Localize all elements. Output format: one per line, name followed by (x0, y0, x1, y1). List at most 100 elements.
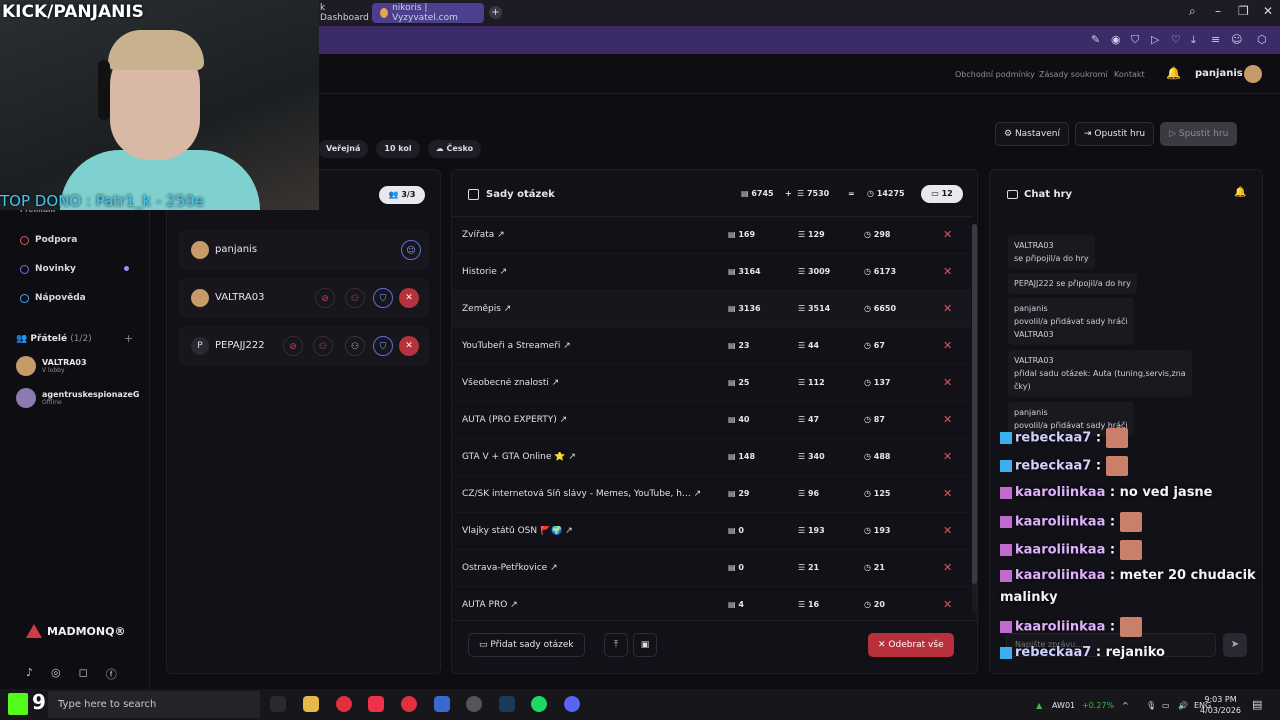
send-button[interactable]: ➤ (1223, 633, 1247, 657)
file-explorer-icon[interactable] (303, 696, 319, 712)
kick-player-button[interactable]: ✕ (399, 288, 419, 308)
volume-icon[interactable]: 🔊 (1178, 701, 1188, 710)
network-icon[interactable]: ▭ (1162, 701, 1170, 710)
restore-icon[interactable]: ❐ (1238, 4, 1249, 18)
microphone-icon[interactable]: 🎙 (1146, 701, 1156, 710)
camera-icon[interactable]: ◉ (1111, 33, 1121, 46)
bell-icon[interactable]: 🔔 (1234, 187, 1246, 198)
remove-all-button[interactable]: ✕ Odebrat vše (868, 633, 954, 657)
questions-count: ▤ 0 (728, 526, 744, 535)
remove-set-button[interactable]: ✕ (943, 302, 952, 315)
download-icon[interactable]: ⤓ (1191, 33, 1196, 47)
friend-item[interactable]: VALTRA03 V lobby (16, 356, 87, 376)
emote-icon (1105, 456, 1128, 476)
sponsor-logo[interactable]: MADMONQ® (26, 624, 125, 638)
friend-item[interactable]: agentruskespionazeG Offline (16, 388, 139, 408)
set-name-link[interactable]: AUTA PRO ↗ (462, 600, 518, 610)
nav-contact-link[interactable]: Kontakt (1114, 70, 1145, 79)
nav-terms-link[interactable]: Obchodní podmínky (955, 70, 1035, 79)
heart-icon[interactable]: ♡ (1171, 33, 1181, 46)
menu-icon[interactable]: ≡ (1211, 33, 1220, 46)
set-name-link[interactable]: Ostrava-Petřkovice ↗ (462, 563, 558, 573)
answers-count: ☰ 44 (798, 341, 820, 350)
obs-icon[interactable] (466, 696, 482, 712)
profile-icon[interactable]: ☺ (1231, 33, 1242, 46)
tiktok-app-icon[interactable] (368, 696, 384, 712)
set-name-link[interactable]: GTA V + GTA Online ⭐ ↗ (462, 452, 576, 462)
remove-set-button[interactable]: ✕ (943, 450, 952, 463)
set-name-link[interactable]: YouTubeři a Streameři ↗ (462, 341, 571, 351)
sidebar-item-news[interactable]: Novinky (20, 264, 129, 274)
minimize-icon[interactable]: – (1215, 4, 1221, 18)
remove-set-button[interactable]: ✕ (943, 228, 952, 241)
spotify-icon[interactable] (531, 696, 547, 712)
remove-set-button[interactable]: ✕ (943, 598, 952, 611)
chevron-up-icon[interactable]: ^ (1122, 701, 1129, 710)
taskbar-clock[interactable]: 9:03 PM 4/03/2026 (1200, 694, 1241, 716)
notification-icon[interactable]: ▤ (1252, 698, 1262, 711)
sidebar-item-support[interactable]: Podpora (20, 235, 77, 245)
chart-icon: ▲ (1036, 701, 1043, 710)
facebook-icon[interactable]: ⓕ (106, 666, 117, 682)
add-label: Přidat sady otázek (490, 640, 574, 650)
task-view-icon[interactable] (270, 696, 286, 712)
set-name-link[interactable]: Zvířata ↗ (462, 230, 505, 240)
leave-game-button[interactable]: ⇥ Opustit hru (1075, 122, 1155, 146)
search-icon[interactable]: ⌕ (1189, 4, 1196, 19)
set-name-link[interactable]: AUTA (PRO EXPERTY) ↗ (462, 415, 567, 425)
remove-permission-button[interactable]: ⚇ (313, 336, 333, 356)
remove-set-button[interactable]: ✕ (943, 487, 952, 500)
shield-icon[interactable]: ⛉ (1131, 33, 1139, 47)
mute-button[interactable]: ⊘ (315, 288, 335, 308)
remove-permission-button[interactable]: ⚇ (345, 288, 365, 308)
tab-vyzyvatel[interactable]: nikoris | Vyzyvatel.com (372, 3, 484, 23)
bell-icon[interactable]: 🔔 (1166, 66, 1181, 80)
edit-icon[interactable]: ✎ (1091, 33, 1100, 46)
add-permission-button[interactable]: ⚇ (345, 336, 365, 356)
settings-button[interactable]: ⚙ Nastavení (995, 122, 1069, 146)
close-icon[interactable]: ✕ (1263, 4, 1273, 18)
sidebar-item-help[interactable]: Nápověda (20, 293, 86, 303)
steam-icon[interactable] (499, 696, 515, 712)
remove-set-button[interactable]: ✕ (943, 524, 952, 537)
add-friend-icon[interactable]: + (124, 332, 133, 345)
remove-set-button[interactable]: ✕ (943, 561, 952, 574)
visibility-badge: Veřejná (318, 140, 369, 158)
upload-icon[interactable]: ⤒ (604, 633, 628, 657)
remove-set-button[interactable]: ✕ (943, 339, 952, 352)
scrollbar-thumb[interactable] (972, 224, 977, 584)
extensions-icon[interactable]: ⬡ (1257, 33, 1267, 46)
tab-dashboard[interactable]: k Dashboard (312, 3, 370, 23)
scrollbar[interactable] (972, 224, 977, 612)
answers-count: ☰ 129 (798, 230, 825, 239)
set-name-link[interactable]: CZ/SK internetová Síň slávy - Memes, You… (462, 489, 701, 499)
kick-player-button[interactable]: ✕ (399, 336, 419, 356)
start-game-button[interactable]: ▷ Spustit hru (1160, 122, 1238, 146)
avatar[interactable] (1244, 65, 1262, 83)
taskbar-search-input[interactable]: Type here to search (48, 691, 260, 718)
mute-button[interactable]: ⊘ (283, 336, 303, 356)
save-icon[interactable]: ▣ (633, 633, 657, 657)
opera-gx-icon[interactable] (336, 696, 352, 712)
app-icon[interactable] (434, 696, 450, 712)
nav-privacy-link[interactable]: Zásady soukromí (1039, 70, 1108, 79)
discord-app-icon[interactable] (564, 696, 580, 712)
set-name-link[interactable]: Zeměpis ↗ (462, 304, 511, 314)
set-name-link[interactable]: Vlajky států OSN 🚩🌍 ↗ (462, 526, 573, 536)
set-name-link[interactable]: Všeobecné znalosti ↗ (462, 378, 559, 388)
questions-count: ▤ 169 (728, 230, 756, 239)
play-icon[interactable]: ▷ (1151, 33, 1159, 46)
add-question-sets-button[interactable]: ▭ Přidat sady otázek (468, 633, 585, 657)
user-name[interactable]: panjanis (1195, 68, 1243, 79)
opera-icon[interactable] (401, 696, 417, 712)
shield-icon[interactable]: ⛉ (373, 288, 393, 308)
remove-set-button[interactable]: ✕ (943, 265, 952, 278)
new-tab-button[interactable]: + (489, 6, 502, 19)
remove-set-button[interactable]: ✕ (943, 413, 952, 426)
discord-icon[interactable]: ◎ (51, 666, 61, 682)
instagram-icon[interactable]: ◻ (79, 666, 88, 682)
remove-set-button[interactable]: ✕ (943, 376, 952, 389)
shield-icon[interactable]: ⛉ (373, 336, 393, 356)
set-name-link[interactable]: Historie ↗ (462, 267, 507, 277)
tiktok-icon[interactable]: ♪ (26, 666, 33, 682)
